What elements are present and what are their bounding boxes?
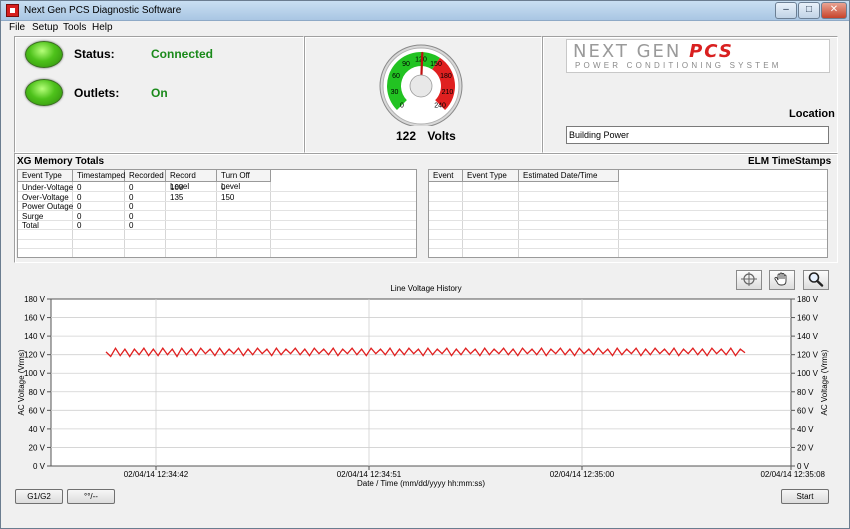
y-axis-label: AC Voltage (Vrms) — [17, 349, 26, 415]
y-tick-label: 160 V — [24, 314, 46, 323]
plot-area — [50, 298, 792, 467]
x-tick-label: 02/04/14 12:34:51 — [337, 470, 402, 479]
y-tick-label-right: 20 V — [797, 443, 814, 452]
y-tick-label: 100 V — [24, 369, 46, 378]
x-axis-label: Date / Time (mm/dd/yyyy hh:mm:ss) — [357, 479, 485, 488]
y-tick-label-right: 120 V — [797, 351, 819, 360]
y-tick-label: 140 V — [24, 332, 46, 341]
app-window: Next Gen PCS Diagnostic Software – □ ✕ F… — [0, 0, 850, 529]
y-tick-label-right: 80 V — [797, 388, 814, 397]
y-tick-label: 120 V — [24, 351, 46, 360]
y-tick-label: 40 V — [29, 425, 46, 434]
x-tick-label: 02/04/14 12:35:08 — [760, 470, 825, 479]
g1-g2-button[interactable]: G1/G2 — [15, 489, 63, 504]
x-tick-label: 02/04/14 12:34:42 — [124, 470, 189, 479]
y-tick-label: 80 V — [29, 388, 46, 397]
y-tick-label-right: 100 V — [797, 369, 819, 378]
y-tick-label-right: 180 V — [797, 295, 819, 304]
y-tick-label-right: 160 V — [797, 314, 819, 323]
y-tick-label-right: 40 V — [797, 425, 814, 434]
units-button[interactable]: °°/-- — [67, 489, 115, 504]
line-voltage-chart[interactable]: 0 V0 V20 V 20 V40 V 40 V60 V 60 V80 V 80 V10… — [1, 1, 850, 529]
y-tick-label-right: 140 V — [797, 332, 819, 341]
y-tick-label-right: 60 V — [797, 406, 814, 415]
y-tick-label: 0 V — [33, 462, 46, 471]
y-axis-label-right: AC Voltage (Vrms) — [820, 349, 829, 415]
y-tick-label: 20 V — [29, 443, 46, 452]
y-tick-label: 180 V — [24, 295, 46, 304]
x-tick-label: 02/04/14 12:35:00 — [550, 470, 615, 479]
start-button[interactable]: Start — [781, 489, 829, 504]
y-tick-label: 60 V — [29, 406, 46, 415]
